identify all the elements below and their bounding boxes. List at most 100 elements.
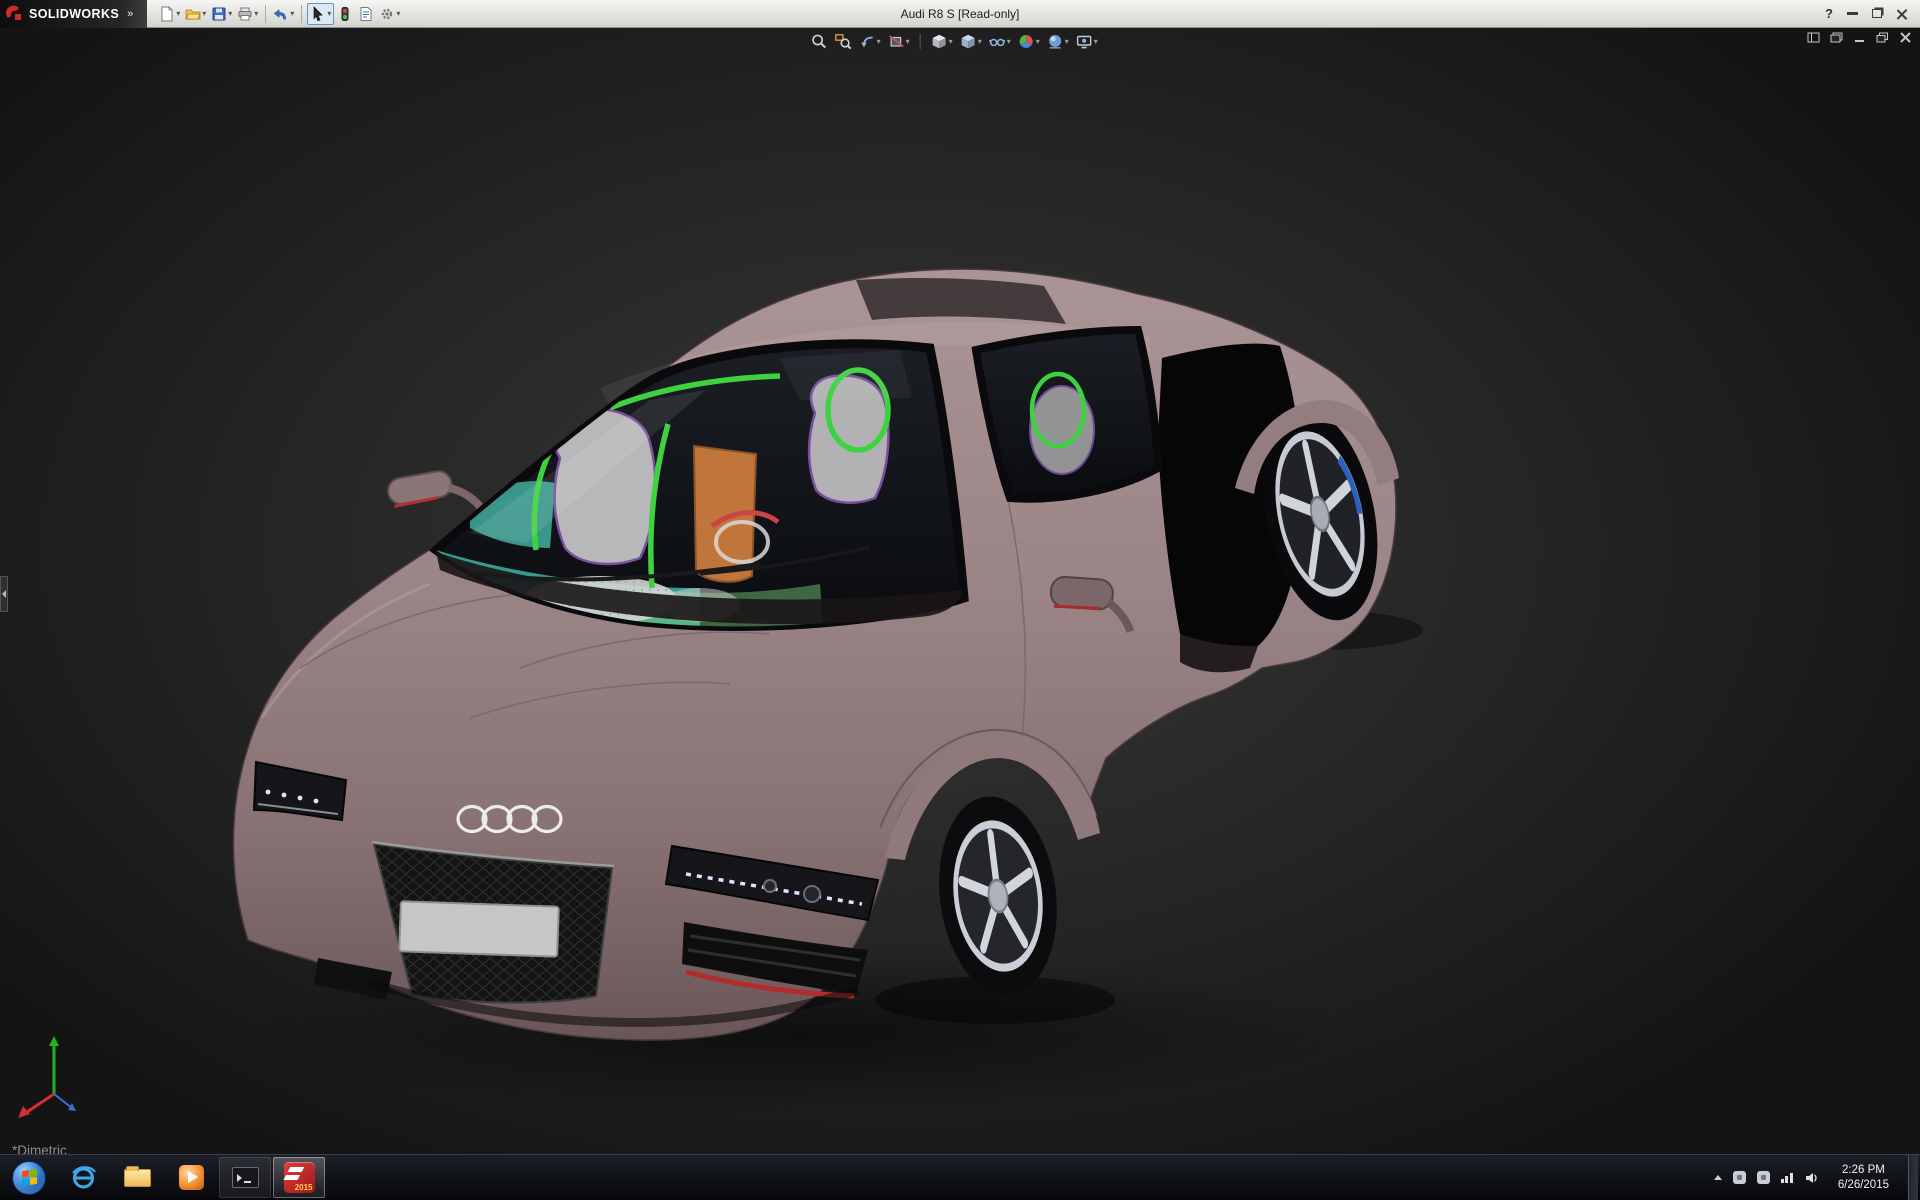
dropdown-caret-icon[interactable] bbox=[877, 37, 881, 46]
restore-button[interactable] bbox=[1872, 9, 1882, 18]
solidworks-app-icon: 2015 bbox=[283, 1162, 315, 1193]
titlebar: SOLIDWORKS » ▾ ▾ ▾ ▾ ▾ ▾ ▾ Audi R8 S [Re… bbox=[0, 0, 1920, 28]
quick-access-toolbar bbox=[147, 0, 402, 27]
dropdown-caret-icon[interactable] bbox=[949, 37, 953, 46]
hide-show-items-button[interactable] bbox=[988, 31, 1012, 52]
open-button[interactable] bbox=[183, 3, 208, 25]
solidworks-logo-icon bbox=[6, 5, 21, 20]
taskbar-item-command-prompt[interactable] bbox=[219, 1157, 271, 1198]
volume-icon[interactable] bbox=[1804, 1171, 1819, 1185]
previous-view-button[interactable] bbox=[858, 31, 882, 52]
taskbar-item-media-player[interactable] bbox=[165, 1157, 217, 1198]
open-icon bbox=[185, 9, 201, 19]
options-button[interactable] bbox=[377, 3, 402, 25]
internet-explorer-icon bbox=[71, 1166, 96, 1189]
doc-restore-icon[interactable] bbox=[1876, 32, 1889, 43]
dropdown-caret-icon[interactable] bbox=[254, 9, 258, 18]
zoom-to-fit-icon bbox=[812, 34, 826, 49]
system-tray: 2:26 PM 6/26/2015 bbox=[1713, 1155, 1920, 1200]
toolbar-separator bbox=[265, 4, 267, 23]
dropdown-caret-icon[interactable] bbox=[978, 37, 982, 46]
section-view-icon bbox=[889, 35, 904, 48]
show-hidden-icons-chevron[interactable] bbox=[1713, 1175, 1722, 1180]
dropdown-caret-icon[interactable] bbox=[290, 9, 294, 18]
zoom-to-area-icon bbox=[835, 34, 852, 50]
view-orientation-button[interactable] bbox=[930, 31, 954, 52]
section-view-button[interactable] bbox=[887, 31, 911, 52]
new-document-icon bbox=[161, 5, 174, 21]
minimize-button[interactable] bbox=[1847, 12, 1858, 15]
dropdown-caret-icon[interactable] bbox=[396, 9, 400, 18]
doc-minimize-icon[interactable] bbox=[1853, 32, 1866, 43]
taskbar: 2015 2:26 PM 6/26/2015 bbox=[0, 1154, 1920, 1200]
hide-show-items-icon bbox=[989, 38, 1006, 47]
license-plate bbox=[398, 900, 560, 958]
clock-time: 2:26 PM bbox=[1842, 1163, 1885, 1176]
zoom-to-area-button[interactable] bbox=[834, 31, 853, 52]
taskbar-clock[interactable]: 2:26 PM 6/26/2015 bbox=[1830, 1163, 1897, 1193]
dropdown-caret-icon[interactable] bbox=[1065, 37, 1069, 46]
document-title: Audi R8 S [Read-only] bbox=[900, 6, 1020, 21]
toolbar-separator bbox=[301, 4, 303, 23]
pane-left-icon[interactable] bbox=[1807, 32, 1820, 43]
windows-start-icon bbox=[12, 1160, 46, 1195]
dropdown-caret-icon[interactable] bbox=[228, 9, 232, 18]
dropdown-caret-icon[interactable] bbox=[202, 9, 206, 18]
rebuild-icon bbox=[341, 6, 349, 21]
front-grille bbox=[371, 840, 615, 1004]
menu-expand-icon[interactable]: » bbox=[127, 8, 133, 20]
solidworks-logo[interactable]: SOLIDWORKS » bbox=[0, 0, 148, 28]
view-settings-button[interactable] bbox=[1075, 31, 1099, 52]
start-button[interactable] bbox=[3, 1157, 55, 1198]
file-properties-icon bbox=[360, 6, 372, 21]
dropdown-caret-icon[interactable] bbox=[1036, 37, 1040, 46]
save-button[interactable] bbox=[209, 3, 234, 25]
print-button[interactable] bbox=[235, 3, 260, 25]
select-button[interactable] bbox=[307, 2, 335, 25]
dropdown-caret-icon[interactable] bbox=[1007, 37, 1011, 46]
zoom-to-fit-button[interactable] bbox=[810, 31, 829, 52]
dropdown-caret-icon[interactable] bbox=[176, 9, 180, 18]
brand-text: SOLIDWORKS bbox=[29, 6, 120, 21]
file-properties-button[interactable] bbox=[356, 3, 376, 25]
dropdown-caret-icon[interactable] bbox=[906, 37, 910, 46]
tray-app-icon[interactable] bbox=[1732, 1171, 1746, 1184]
panel-collapse-handle[interactable] bbox=[0, 576, 8, 612]
display-style-icon bbox=[961, 34, 975, 49]
apply-scene-button[interactable] bbox=[1046, 31, 1070, 52]
command-prompt-icon bbox=[231, 1167, 259, 1188]
close-button[interactable] bbox=[1896, 8, 1908, 20]
help-button[interactable]: ? bbox=[1825, 6, 1833, 21]
dropdown-caret-icon[interactable] bbox=[1094, 37, 1098, 46]
show-desktop-button[interactable] bbox=[1908, 1155, 1918, 1200]
edit-appearance-button[interactable] bbox=[1017, 31, 1041, 52]
options-gear-icon bbox=[382, 8, 393, 19]
display-style-button[interactable] bbox=[959, 31, 983, 52]
solidworks-version-badge: 2015 bbox=[294, 1183, 313, 1192]
window-controls: ? bbox=[1825, 6, 1920, 21]
file-explorer-icon bbox=[123, 1165, 151, 1187]
headsup-view-toolbar bbox=[810, 31, 1099, 52]
taskbar-item-file-explorer[interactable] bbox=[111, 1157, 163, 1198]
apply-scene-icon bbox=[1049, 35, 1062, 49]
solidworks-window: SOLIDWORKS » ▾ ▾ ▾ ▾ ▾ ▾ ▾ Audi R8 S [Re… bbox=[0, 0, 1920, 1200]
view-orientation-icon bbox=[932, 34, 946, 49]
undo-button[interactable] bbox=[271, 3, 296, 25]
car-model-render bbox=[232, 268, 1423, 1113]
taskbar-item-internet-explorer[interactable] bbox=[57, 1157, 109, 1198]
new-document-button[interactable] bbox=[157, 3, 182, 25]
network-icon[interactable] bbox=[1780, 1172, 1793, 1183]
left-mirror bbox=[387, 470, 484, 510]
tray-app-icon-2[interactable] bbox=[1756, 1171, 1770, 1184]
viewport[interactable]: *Dimetric bbox=[0, 28, 1920, 1154]
select-cursor-icon bbox=[314, 5, 323, 21]
document-window-controls bbox=[1807, 32, 1912, 43]
taskbar-item-solidworks[interactable]: 2015 bbox=[273, 1157, 325, 1198]
doc-close-icon[interactable] bbox=[1899, 32, 1912, 43]
dropdown-caret-icon[interactable] bbox=[327, 9, 331, 18]
rebuild-button[interactable] bbox=[335, 3, 355, 25]
solidworks-mark bbox=[287, 1167, 304, 1172]
pane-cascade-icon[interactable] bbox=[1830, 32, 1843, 43]
clock-date: 6/26/2015 bbox=[1837, 1178, 1889, 1191]
edit-appearance-icon bbox=[1019, 35, 1033, 49]
